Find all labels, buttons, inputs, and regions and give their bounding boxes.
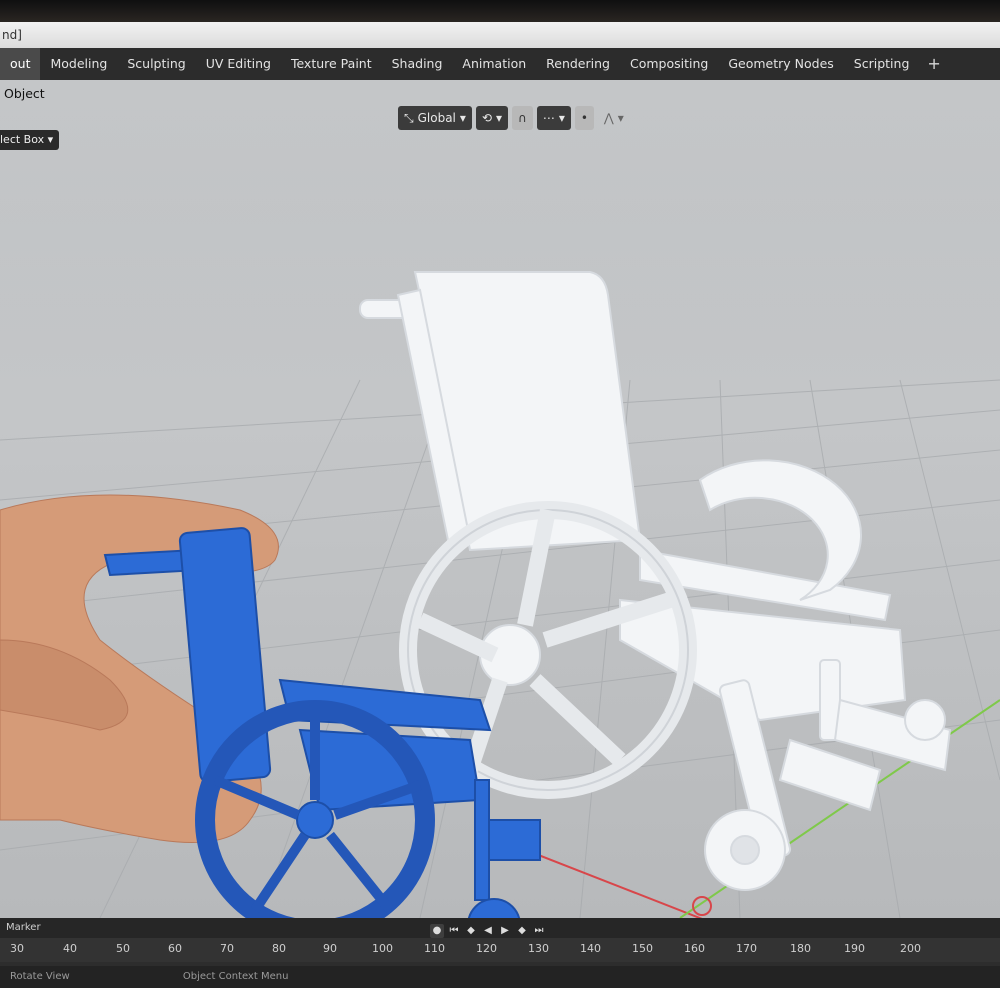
frame-tick: 80 bbox=[272, 942, 286, 955]
timeline-editor: Marker ● ⏮ ◆ ◀ ▶ ◆ ⏭ 30 40 50 60 70 80 9… bbox=[0, 918, 1000, 988]
status-context-menu: Object Context Menu bbox=[182, 971, 289, 982]
select-box-dropdown[interactable]: lect Box ▾ bbox=[0, 130, 60, 150]
frame-tick: 50 bbox=[116, 942, 130, 955]
frame-tick: 120 bbox=[476, 942, 497, 955]
transform-orientation-dropdown[interactable]: ⤡ Global ▾ bbox=[398, 106, 472, 130]
3d-viewport[interactable] bbox=[0, 80, 1000, 918]
status-bar: Rotate View Object Context Menu bbox=[0, 966, 1000, 988]
snap-toggle[interactable]: ∩ bbox=[512, 106, 533, 130]
viewport-scene bbox=[0, 80, 1000, 918]
frame-tick: 110 bbox=[424, 942, 445, 955]
keyframe-dot-icon[interactable]: ● bbox=[430, 924, 444, 938]
tab-sculpting[interactable]: Sculpting bbox=[117, 48, 195, 80]
workspace-tabs: out Modeling Sculpting UV Editing Textur… bbox=[0, 48, 1000, 80]
chevron-down-icon: ▾ bbox=[47, 133, 54, 146]
tab-compositing[interactable]: Compositing bbox=[620, 48, 718, 80]
chevron-down-icon: ▾ bbox=[495, 111, 503, 125]
tab-animation[interactable]: Animation bbox=[452, 48, 536, 80]
frame-tick: 100 bbox=[372, 942, 393, 955]
pivot-icon: ⟲ bbox=[481, 111, 492, 125]
chevron-down-icon: ▾ bbox=[459, 111, 466, 125]
magnet-icon: ∩ bbox=[518, 111, 527, 125]
tab-layout[interactable]: out bbox=[0, 48, 41, 80]
prev-keyframe-icon[interactable]: ◆ bbox=[464, 924, 478, 938]
chevron-down-icon: ▾ bbox=[617, 111, 624, 125]
frame-tick: 30 bbox=[10, 942, 24, 955]
tab-geometry-nodes[interactable]: Geometry Nodes bbox=[718, 48, 843, 80]
play-reverse-icon[interactable]: ◀ bbox=[481, 924, 495, 938]
object-menu[interactable]: Object bbox=[4, 86, 45, 101]
marker-menu[interactable]: Marker bbox=[6, 922, 41, 933]
tab-texture-paint[interactable]: Texture Paint bbox=[281, 48, 382, 80]
monitor-screen: nd] out Modeling Sculpting UV Editing Te… bbox=[0, 22, 1000, 988]
pivot-point-dropdown[interactable]: ⟲ ▾ bbox=[475, 106, 509, 130]
proportional-edit-icon: • bbox=[580, 111, 588, 125]
transform-orientation-label: Global bbox=[417, 111, 456, 125]
tab-rendering[interactable]: Rendering bbox=[536, 48, 620, 80]
frame-tick: 170 bbox=[736, 942, 757, 955]
tab-uv-editing[interactable]: UV Editing bbox=[196, 48, 281, 80]
falloff-curve-icon: ⋀ bbox=[603, 111, 614, 125]
monitor-bezel bbox=[0, 0, 1000, 22]
playback-controls: ● ⏮ ◆ ◀ ▶ ◆ ⏭ bbox=[430, 924, 546, 938]
proportional-edit-toggle[interactable]: • bbox=[574, 106, 594, 130]
tab-shading[interactable]: Shading bbox=[382, 48, 453, 80]
3d-cursor-icon bbox=[692, 896, 712, 916]
snap-target-dropdown[interactable]: ⋯ ▾ bbox=[536, 106, 571, 130]
window-title: nd] bbox=[2, 28, 22, 42]
falloff-dropdown[interactable]: ⋀ ▾ bbox=[598, 106, 630, 130]
add-workspace-button[interactable]: + bbox=[919, 48, 948, 80]
window-titlebar: nd] bbox=[0, 22, 1000, 48]
frame-tick: 70 bbox=[220, 942, 234, 955]
frame-tick: 200 bbox=[900, 942, 921, 955]
frame-ruler[interactable]: 30 40 50 60 70 80 90 100 110 120 130 140… bbox=[0, 938, 1000, 962]
viewport-header-tools: ⤡ Global ▾ ⟲ ▾ ∩ ⋯ ▾ • ⋀ ▾ bbox=[398, 106, 630, 130]
frame-tick: 40 bbox=[63, 942, 77, 955]
jump-start-icon[interactable]: ⏮ bbox=[447, 924, 461, 938]
snap-increment-icon: ⋯ bbox=[542, 111, 555, 125]
status-rotate-view: Rotate View bbox=[10, 971, 70, 982]
frame-tick: 140 bbox=[580, 942, 601, 955]
frame-tick: 90 bbox=[323, 942, 337, 955]
play-icon[interactable]: ▶ bbox=[498, 924, 512, 938]
frame-tick: 180 bbox=[790, 942, 811, 955]
frame-tick: 160 bbox=[684, 942, 705, 955]
chevron-down-icon: ▾ bbox=[558, 111, 565, 125]
frame-tick: 190 bbox=[844, 942, 865, 955]
next-keyframe-icon[interactable]: ◆ bbox=[515, 924, 529, 938]
select-box-label: lect Box bbox=[0, 133, 45, 146]
orientation-icon: ⤡ bbox=[404, 110, 414, 125]
frame-tick: 150 bbox=[632, 942, 653, 955]
tab-modeling[interactable]: Modeling bbox=[40, 48, 117, 80]
tab-scripting[interactable]: Scripting bbox=[844, 48, 920, 80]
frame-tick: 130 bbox=[528, 942, 549, 955]
frame-tick: 60 bbox=[168, 942, 182, 955]
jump-end-icon[interactable]: ⏭ bbox=[532, 924, 546, 938]
